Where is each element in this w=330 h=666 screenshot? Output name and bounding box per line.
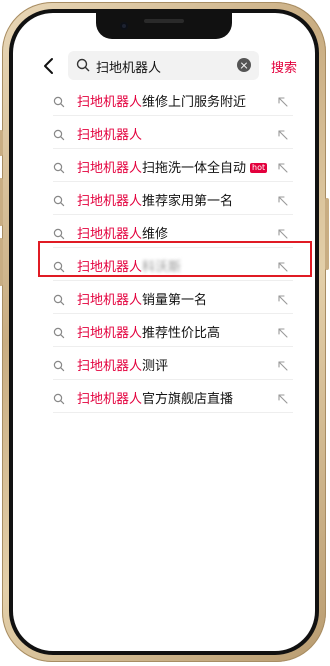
front-camera	[120, 22, 128, 30]
suggestion-text: 扫地机器人销量第一名	[77, 289, 207, 308]
suggestion-text: 扫地机器人维修上门服务附近	[77, 91, 246, 110]
suggestion-keyword: 扫地机器人	[77, 359, 143, 374]
suggestion-text: 扫地机器人扫拖洗一体全自动 hot	[77, 157, 268, 176]
suggestion-keyword: 扫地机器人	[77, 161, 143, 176]
suggestion-text: 扫地机器人官方旗舰店直播	[77, 388, 233, 407]
divider	[53, 412, 293, 413]
suggestion-suffix: 测评	[142, 359, 169, 374]
suggestion-item[interactable]: 扫地机器人维修上门服务附近	[47, 83, 293, 116]
suggestion-keyword: 扫地机器人	[77, 392, 143, 407]
search-icon	[53, 291, 65, 306]
volume-up-button	[0, 178, 3, 226]
search-icon	[53, 159, 65, 174]
mute-switch	[0, 130, 3, 156]
back-button[interactable]	[37, 54, 61, 78]
suggestion-item[interactable]: 扫地机器人销量第一名	[47, 281, 293, 314]
suggestion-keyword: 扫地机器人	[77, 128, 143, 143]
suggestion-text: 扫地机器人推荐家用第一名	[77, 190, 233, 209]
chevron-left-icon	[44, 58, 53, 74]
suggestion-keyword: 扫地机器人	[77, 326, 143, 341]
bezel: 扫地机器人 搜索 扫地机器人维修上门服务附近 扫地机器人 扫地机器人扫拖洗一体全自动…	[9, 9, 319, 655]
suggestion-text: 扫地机器人	[77, 124, 142, 143]
suggestion-suffix: 维修	[142, 227, 169, 242]
search-button[interactable]: 搜索	[271, 57, 297, 76]
search-icon	[53, 225, 65, 240]
search-icon	[53, 192, 65, 207]
notch	[96, 13, 232, 39]
search-icon	[53, 357, 65, 372]
suggestion-keyword: 扫地机器人	[77, 227, 143, 242]
suggestion-item[interactable]: 扫地机器人推荐性价比高	[47, 314, 293, 347]
suggestion-text: 扫地机器人测评	[77, 355, 168, 374]
arrow-up-left-icon[interactable]	[277, 291, 289, 305]
suggestion-suffix: 推荐家用第一名	[142, 194, 234, 209]
clear-icon[interactable]	[237, 58, 251, 72]
suggestion-item[interactable]: 扫地机器人维修	[47, 215, 293, 248]
search-query: 扫地机器人	[96, 61, 162, 76]
suggestion-keyword: 扫地机器人	[77, 194, 143, 209]
arrow-up-left-icon[interactable]	[277, 93, 289, 107]
suggestion-text: 扫地机器人科沃斯	[77, 256, 181, 275]
arrow-up-left-icon[interactable]	[277, 357, 289, 371]
search-icon	[53, 258, 65, 273]
suggestion-suffix: 科沃斯	[142, 260, 182, 275]
arrow-up-left-icon[interactable]	[277, 225, 289, 239]
phone-frame: 扫地机器人 搜索 扫地机器人维修上门服务附近 扫地机器人 扫地机器人扫拖洗一体全自动…	[0, 2, 329, 662]
volume-down-button	[0, 238, 3, 286]
suggestion-suffix: 扫拖洗一体全自动	[142, 161, 247, 176]
search-icon	[53, 93, 65, 108]
suggestion-suffix: 推荐性价比高	[142, 326, 221, 341]
suggestion-suffix: 销量第一名	[142, 293, 208, 308]
suggestion-text: 扫地机器人维修	[77, 223, 168, 242]
search-header: 扫地机器人 搜索	[13, 49, 315, 83]
suggestion-item[interactable]: 扫地机器人扫拖洗一体全自动 hot	[47, 149, 293, 182]
arrow-up-left-icon[interactable]	[277, 258, 289, 272]
suggestion-item[interactable]: 扫地机器人科沃斯	[47, 248, 293, 281]
power-button	[325, 198, 329, 270]
suggestion-item[interactable]: 扫地机器人官方旗舰店直播	[47, 380, 293, 413]
suggestion-suffix: 维修上门服务附近	[142, 95, 247, 110]
arrow-up-left-icon[interactable]	[277, 390, 289, 404]
suggestion-suffix: 官方旗舰店直播	[142, 392, 234, 407]
arrow-up-left-icon[interactable]	[277, 159, 289, 173]
search-input[interactable]: 扫地机器人	[68, 51, 259, 80]
suggestion-keyword: 扫地机器人	[77, 260, 143, 275]
hot-badge: hot	[250, 163, 268, 173]
arrow-up-left-icon[interactable]	[277, 324, 289, 338]
suggestion-item[interactable]: 扫地机器人测评	[47, 347, 293, 380]
suggestion-keyword: 扫地机器人	[77, 293, 143, 308]
search-icon	[76, 58, 90, 72]
search-icon	[53, 390, 65, 405]
suggestion-item[interactable]: 扫地机器人	[47, 116, 293, 149]
search-icon	[53, 324, 65, 339]
suggestion-text: 扫地机器人推荐性价比高	[77, 322, 220, 341]
arrow-up-left-icon[interactable]	[277, 126, 289, 140]
suggestion-keyword: 扫地机器人	[77, 95, 143, 110]
speaker	[144, 19, 184, 23]
suggestion-item[interactable]: 扫地机器人推荐家用第一名	[47, 182, 293, 215]
screen: 扫地机器人 搜索 扫地机器人维修上门服务附近 扫地机器人 扫地机器人扫拖洗一体全自动…	[13, 13, 315, 651]
search-icon	[53, 126, 65, 141]
arrow-up-left-icon[interactable]	[277, 192, 289, 206]
